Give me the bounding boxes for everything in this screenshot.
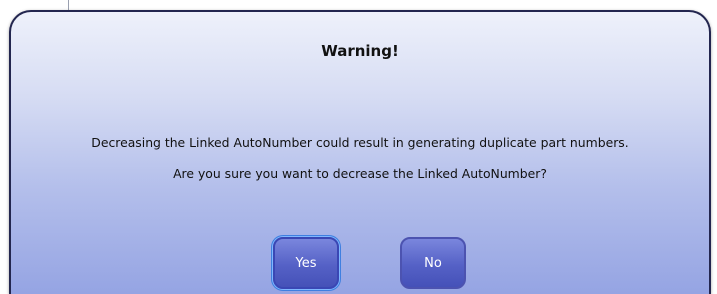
dialog-title: Warning! — [321, 42, 399, 60]
dialog-message-line-2: Are you sure you want to decrease the Li… — [173, 166, 547, 181]
warning-dialog: Warning! Decreasing the Linked AutoNumbe… — [9, 10, 711, 294]
yes-button[interactable]: Yes — [273, 237, 339, 289]
screen: Warning! Decreasing the Linked AutoNumbe… — [0, 0, 717, 294]
no-button[interactable]: No — [400, 237, 466, 289]
dialog-message-line-1: Decreasing the Linked AutoNumber could r… — [91, 135, 629, 150]
